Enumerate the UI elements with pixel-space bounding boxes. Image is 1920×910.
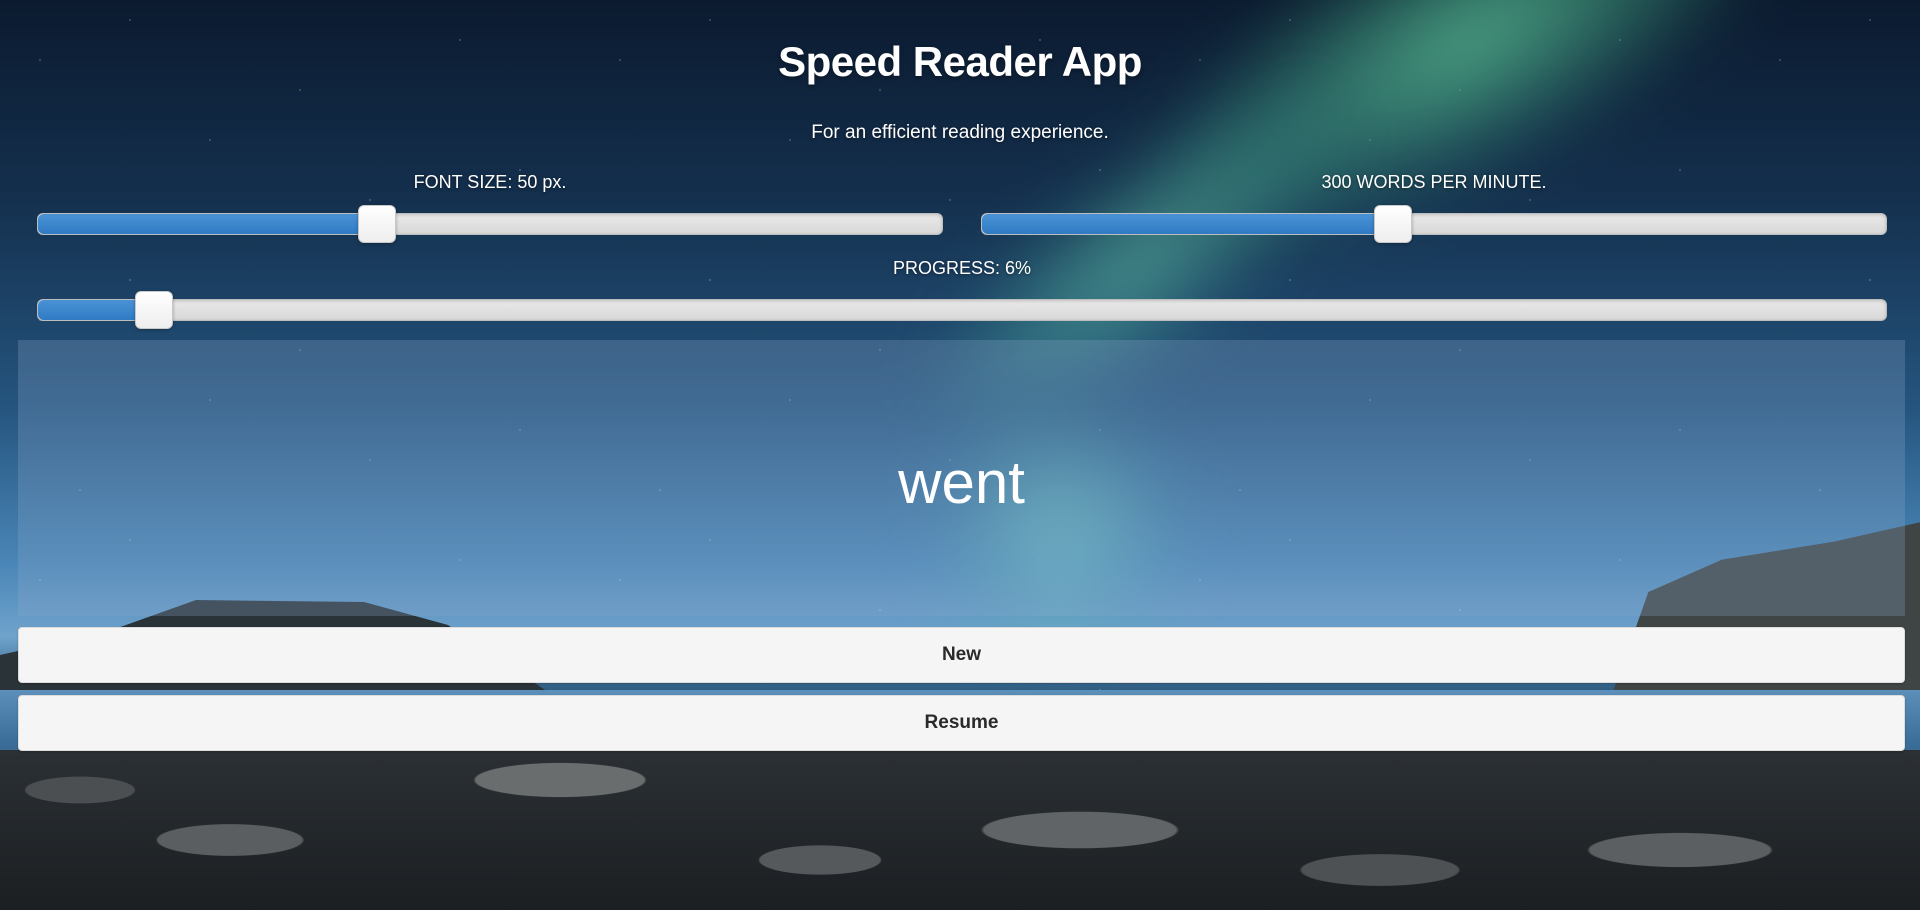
speed-slider-thumb[interactable] [1374,205,1413,243]
progress-slider[interactable] [37,291,1887,329]
font-size-slider-fill [38,214,377,234]
rocky-shore [0,750,1920,910]
reader-display: went [18,340,1905,616]
page-subtitle: For an efficient reading experience. [811,122,1109,143]
current-word: went [898,448,1025,516]
resume-button[interactable]: Resume [18,695,1905,751]
speed-slider[interactable] [981,205,1887,243]
progress-label: PROGRESS: 6% [892,258,1032,278]
page-title: Speed Reader App [778,38,1142,85]
font-size-slider-thumb[interactable] [358,205,396,243]
speed-label: 300 WORDS PER MINUTE. [1321,172,1547,192]
speed-slider-fill [982,214,1394,234]
font-size-label: FONT SIZE: 50 px. [413,172,567,192]
progress-slider-thumb[interactable] [135,291,174,329]
font-size-slider[interactable] [37,205,943,243]
new-button[interactable]: New [18,627,1905,683]
